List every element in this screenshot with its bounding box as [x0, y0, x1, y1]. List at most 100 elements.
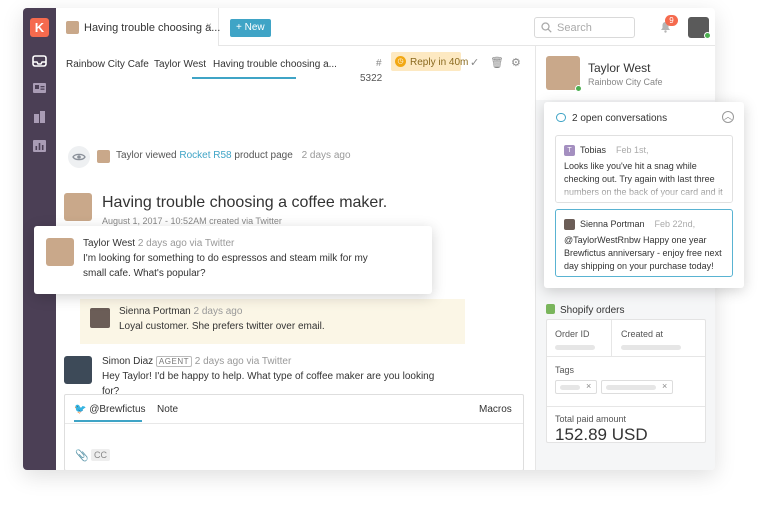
- divider: [547, 406, 705, 407]
- active-underline: [192, 77, 296, 79]
- divider: [65, 423, 523, 424]
- customer-name: Taylor West: [83, 238, 136, 249]
- open-conversations-popup: 2 open conversations ︿ T Tobias Feb 1st, …: [544, 102, 744, 288]
- breadcrumb: Rainbow City Cafe Taylor West Having tro…: [56, 46, 535, 84]
- search-placeholder: Search: [557, 22, 592, 34]
- card-date: Feb 1st,: [616, 145, 649, 155]
- card-author: Sienna Portman: [580, 219, 645, 229]
- hash-icon: #: [376, 58, 382, 69]
- search-icon: [541, 22, 552, 33]
- note-time: 2 days ago: [193, 306, 243, 317]
- trash-icon[interactable]: 🗑: [490, 56, 504, 69]
- macros-dropdown[interactable]: Macros: [479, 404, 512, 415]
- avatar: [90, 308, 110, 328]
- tags-label: Tags: [555, 365, 575, 375]
- new-button[interactable]: + New: [230, 19, 271, 37]
- check-icon[interactable]: ✓: [470, 56, 479, 69]
- customer-name[interactable]: Taylor West: [588, 61, 650, 75]
- avatar: [64, 193, 92, 221]
- message-text-line: I'm looking for something to do espresso…: [83, 253, 368, 264]
- activity-actor: Taylor viewed: [116, 150, 177, 161]
- kustomer-logo[interactable]: K: [30, 18, 49, 37]
- clock-icon: ◷: [395, 56, 406, 67]
- avatar: [66, 21, 79, 34]
- agent-badge: AGENT: [155, 356, 192, 367]
- customer-profile: Taylor West Rainbow City Cafe: [536, 46, 715, 100]
- inbox-icon[interactable]: [32, 55, 47, 67]
- tab-conversation[interactable]: Having trouble choosing a... ×: [56, 8, 221, 46]
- message-text-line: small cafe. What's popular?: [83, 268, 206, 279]
- activity-suffix: product page: [234, 150, 293, 161]
- tag-chip[interactable]: ×: [555, 380, 597, 394]
- divider: [611, 320, 612, 356]
- eye-icon: [68, 146, 90, 168]
- message-time: 2 days ago via Twitter: [194, 356, 292, 367]
- avatar: [564, 219, 575, 230]
- total-label: Total paid amount: [555, 414, 627, 424]
- twitter-icon: 🐦: [74, 404, 87, 415]
- agent-name: Simon Diaz: [102, 356, 154, 367]
- avatar: [46, 238, 74, 266]
- placeholder-bar: [555, 345, 595, 350]
- close-icon[interactable]: ×: [586, 381, 591, 391]
- message-text-line: Hey Taylor! I'd be happy to help. What t…: [102, 371, 435, 382]
- total-amount: 152.89 USD: [555, 425, 648, 444]
- avatar: [97, 150, 110, 163]
- message-agent: Simon Diaz AGENT 2 days ago via Twitter …: [64, 356, 484, 397]
- product-link[interactable]: Rocket R58: [179, 150, 231, 161]
- avatar: [64, 356, 92, 384]
- created-at-label: Created at: [621, 329, 664, 339]
- card-date: Feb 22nd,: [654, 219, 696, 229]
- note-text: Loyal customer. She prefers twitter over…: [119, 321, 325, 332]
- conversation-card[interactable]: T Tobias Feb 1st, Looks like you've hit a…: [555, 135, 733, 203]
- reply-sla-badge[interactable]: ◷ Reply in 40m: [391, 52, 468, 71]
- tab-twitter[interactable]: 🐦 @Brewfictus: [74, 404, 146, 415]
- chat-bubble-icon: [556, 113, 566, 122]
- note-author: Sienna Portman: [119, 306, 191, 317]
- avatar: T: [564, 145, 575, 156]
- companies-icon[interactable]: [32, 111, 47, 123]
- customer-message: Taylor West 2 days ago via Twitter I'm l…: [34, 226, 432, 294]
- conversation-meta: August 1, 2017 - 10:52AM created via Twi…: [102, 216, 282, 226]
- shopify-title: Shopify orders: [560, 305, 625, 316]
- customers-icon[interactable]: [32, 82, 47, 94]
- close-icon[interactable]: ×: [206, 21, 212, 32]
- notification-badge: 9: [665, 15, 678, 26]
- order-id-label: Order ID: [555, 329, 590, 339]
- card-author: Tobias: [580, 145, 607, 155]
- card-text: @TaylorWestRnbw Happy one year Brewfictu…: [564, 235, 722, 271]
- conversation-title: Having trouble choosing a coffee maker.: [102, 194, 388, 211]
- breadcrumb-company[interactable]: Rainbow City Cafe: [66, 59, 149, 70]
- message-time: 2 days ago via Twitter: [137, 238, 235, 249]
- breadcrumb-conversation[interactable]: Having trouble choosing a...: [213, 59, 337, 70]
- tag-chip[interactable]: ×: [601, 380, 673, 394]
- activity-row: Taylor viewed Rocket R58 product page 2 …: [97, 150, 351, 163]
- collapse-icon[interactable]: ︿: [722, 111, 734, 123]
- reports-icon[interactable]: [32, 140, 47, 152]
- gear-icon[interactable]: ⚙: [511, 56, 521, 69]
- placeholder-bar: [621, 345, 681, 350]
- reply-sla-text: Reply in 40m: [410, 57, 469, 68]
- search-input[interactable]: Search: [534, 17, 635, 38]
- popup-title: 2 open conversations: [572, 113, 668, 124]
- fade-overlay: [556, 180, 732, 202]
- divider: [547, 356, 705, 357]
- customer-company[interactable]: Rainbow City Cafe: [588, 77, 663, 87]
- internal-note: Sienna Portman 2 days ago Loyal customer…: [80, 299, 465, 344]
- tab-title: Having trouble choosing a...: [84, 22, 221, 34]
- online-status-dot: [575, 85, 582, 92]
- top-bar: Having trouble choosing a... × + New Sea…: [56, 8, 715, 46]
- paperclip-icon[interactable]: 📎: [75, 449, 89, 462]
- shopify-header: Shopify orders: [546, 304, 624, 316]
- breadcrumb-customer[interactable]: Taylor West: [154, 59, 206, 70]
- active-underline: [74, 420, 142, 422]
- cc-button[interactable]: CC: [91, 449, 110, 461]
- conversation-card-selected[interactable]: Sienna Portman Feb 22nd, @TaylorWestRnbw …: [555, 209, 733, 277]
- avatar: [546, 56, 580, 90]
- conversation-number: 5322: [360, 73, 383, 84]
- tab-note[interactable]: Note: [157, 404, 178, 415]
- activity-time: 2 days ago: [301, 150, 351, 161]
- reply-composer[interactable]: 🐦 @Brewfictus Note Macros 📎 CC: [64, 394, 524, 470]
- twitter-handle: @Brewfictus: [89, 404, 146, 415]
- close-icon[interactable]: ×: [662, 381, 667, 391]
